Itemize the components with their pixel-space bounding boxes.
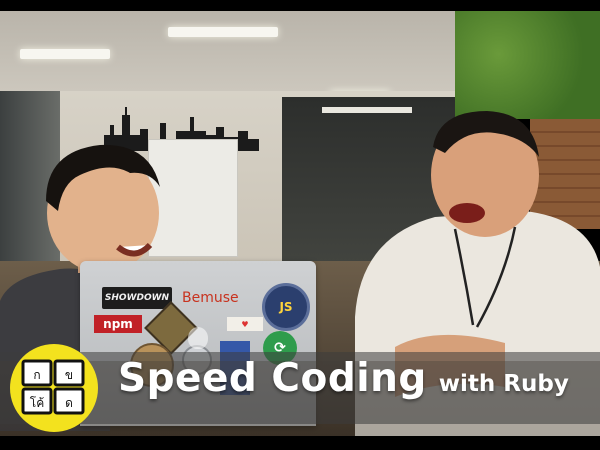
ceiling-light [20, 49, 110, 59]
title-subtitle: with Ruby [438, 371, 569, 397]
heart-sticker: ♥ [227, 317, 263, 331]
logo-key-3: โค้ [30, 396, 44, 410]
npm-sticker: npm [94, 315, 142, 333]
office-ceiling [0, 11, 455, 103]
logo-key-4: ด [65, 396, 73, 410]
js-sticker: JS [262, 283, 310, 331]
video-title: Speed Coding with Ruby [118, 356, 569, 416]
logo-key-1: ก [33, 368, 40, 382]
apple-logo-icon [188, 327, 208, 349]
title-main: Speed Coding [118, 356, 427, 401]
showdown-sticker: SHOWDOWN [102, 287, 172, 309]
bemuse-sticker: Bemuse [182, 290, 239, 306]
ceiling-light [168, 27, 278, 37]
logo-key-2: ข [65, 368, 73, 382]
moss-wall [455, 11, 600, 119]
keyboard-logo-icon: ก ข โค้ ด [10, 344, 98, 432]
